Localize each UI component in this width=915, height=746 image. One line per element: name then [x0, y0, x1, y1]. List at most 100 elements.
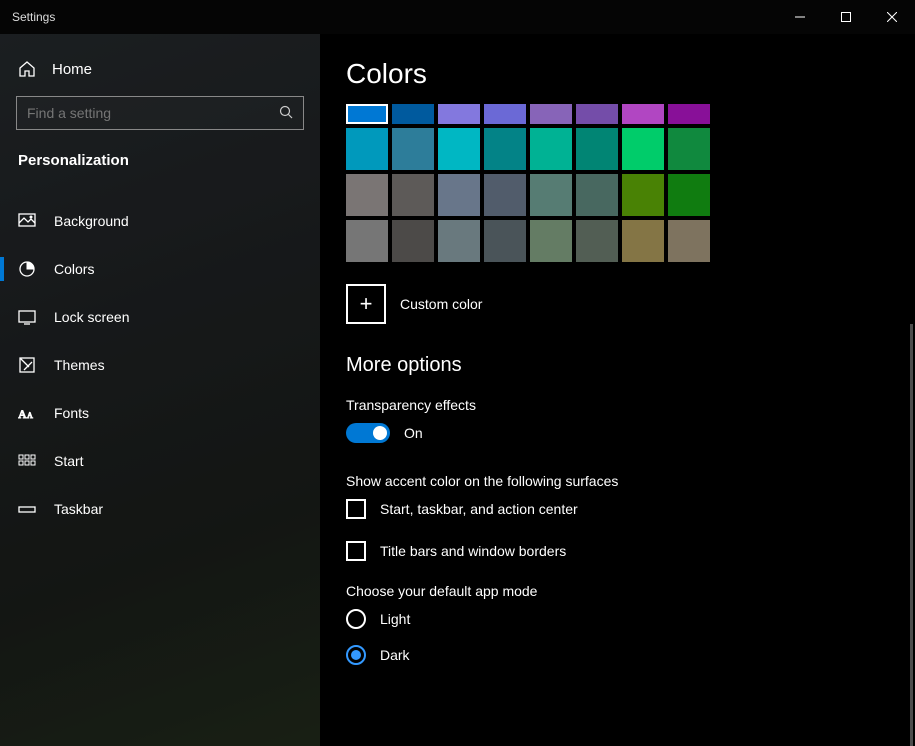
nav-icon	[18, 452, 36, 470]
color-swatch[interactable]	[346, 220, 388, 262]
color-swatch[interactable]	[346, 104, 388, 124]
color-swatch[interactable]	[484, 128, 526, 170]
color-swatch[interactable]	[622, 174, 664, 216]
color-swatch[interactable]	[530, 128, 572, 170]
app-mode-label: Choose your default app mode	[346, 583, 889, 599]
minimize-button[interactable]	[777, 0, 823, 34]
window-title: Settings	[12, 10, 55, 24]
main-area: Home Personalization Background Colors Loc…	[0, 34, 915, 746]
color-swatch[interactable]	[622, 128, 664, 170]
color-swatch[interactable]	[392, 174, 434, 216]
sidebar: Home Personalization Background Colors Loc…	[0, 34, 320, 746]
home-label: Home	[52, 61, 92, 78]
window-controls	[777, 0, 915, 34]
nav-icon	[18, 356, 36, 374]
accent-check-row[interactable]: Title bars and window borders	[346, 541, 889, 561]
checkbox[interactable]	[346, 499, 366, 519]
color-swatch[interactable]	[484, 104, 526, 124]
radio[interactable]	[346, 609, 366, 629]
nav-label: Start	[54, 453, 84, 469]
nav-item-themes[interactable]: Themes	[0, 341, 320, 389]
color-row	[346, 128, 889, 170]
home-icon	[18, 60, 36, 78]
transparency-label: Transparency effects	[346, 397, 889, 413]
nav-item-taskbar[interactable]: Taskbar	[0, 485, 320, 533]
color-swatch[interactable]	[576, 220, 618, 262]
checkbox-label: Title bars and window borders	[380, 543, 566, 559]
titlebar: Settings	[0, 0, 915, 34]
color-swatch[interactable]	[576, 104, 618, 124]
search-input[interactable]	[27, 105, 279, 121]
nav-item-background[interactable]: Background	[0, 197, 320, 245]
color-swatch[interactable]	[530, 220, 572, 262]
checkbox-label: Start, taskbar, and action center	[380, 501, 578, 517]
color-swatch[interactable]	[438, 220, 480, 262]
color-swatch[interactable]	[392, 220, 434, 262]
maximize-button[interactable]	[823, 0, 869, 34]
app-mode-radio-row[interactable]: Light	[346, 609, 889, 629]
color-swatch[interactable]	[346, 128, 388, 170]
nav-icon	[18, 500, 36, 518]
color-swatch[interactable]	[530, 104, 572, 124]
close-button[interactable]	[869, 0, 915, 34]
color-swatch[interactable]	[530, 174, 572, 216]
nav-list: Background Colors Lock screen Themes AA Fonts…	[0, 187, 320, 533]
color-swatch[interactable]	[668, 104, 710, 124]
nav-label: Colors	[54, 261, 94, 277]
nav-item-colors[interactable]: Colors	[0, 245, 320, 293]
color-swatch[interactable]	[438, 128, 480, 170]
nav-label: Taskbar	[54, 501, 103, 517]
nav-label: Background	[54, 213, 129, 229]
color-swatch[interactable]	[438, 104, 480, 124]
radio-label: Dark	[380, 647, 410, 663]
nav-item-lock-screen[interactable]: Lock screen	[0, 293, 320, 341]
color-swatch[interactable]	[576, 174, 618, 216]
page-title: Colors	[346, 58, 889, 90]
color-swatch[interactable]	[576, 128, 618, 170]
plus-icon: +	[346, 284, 386, 324]
nav-label: Fonts	[54, 405, 89, 421]
nav-item-fonts[interactable]: AA Fonts	[0, 389, 320, 437]
nav-icon	[18, 212, 36, 230]
transparency-toggle-row: On	[346, 423, 889, 443]
nav-icon	[18, 308, 36, 326]
nav-label: Themes	[54, 357, 105, 373]
color-swatch[interactable]	[668, 174, 710, 216]
accent-check-row[interactable]: Start, taskbar, and action center	[346, 499, 889, 519]
color-swatch[interactable]	[622, 104, 664, 124]
app-mode-radio-row[interactable]: Dark	[346, 645, 889, 665]
nav-item-start[interactable]: Start	[0, 437, 320, 485]
more-options-heading: More options	[346, 354, 889, 377]
color-swatch[interactable]	[392, 104, 434, 124]
color-row	[346, 104, 889, 124]
radio[interactable]	[346, 645, 366, 665]
custom-color-label: Custom color	[400, 296, 482, 312]
section-title: Personalization	[0, 144, 320, 187]
color-swatch[interactable]	[668, 220, 710, 262]
color-swatch[interactable]	[668, 128, 710, 170]
color-swatch[interactable]	[392, 128, 434, 170]
color-swatch[interactable]	[484, 174, 526, 216]
nav-icon: AA	[18, 404, 36, 422]
color-swatch[interactable]	[484, 220, 526, 262]
nav-icon	[18, 260, 36, 278]
scrollbar[interactable]	[910, 324, 913, 746]
color-grid	[346, 104, 889, 262]
custom-color-row[interactable]: + Custom color	[346, 284, 889, 324]
svg-text:A: A	[18, 407, 27, 421]
color-swatch[interactable]	[622, 220, 664, 262]
search-box[interactable]	[16, 96, 304, 130]
nav-label: Lock screen	[54, 309, 129, 325]
color-row	[346, 220, 889, 262]
search-icon	[279, 105, 293, 122]
accent-surfaces-label: Show accent color on the following surfa…	[346, 473, 889, 489]
transparency-state: On	[404, 425, 423, 441]
checkbox[interactable]	[346, 541, 366, 561]
color-swatch[interactable]	[346, 174, 388, 216]
transparency-toggle[interactable]	[346, 423, 390, 443]
color-swatch[interactable]	[438, 174, 480, 216]
home-nav[interactable]: Home	[0, 44, 320, 96]
svg-text:A: A	[27, 411, 33, 420]
content-pane: Colors + Custom color More options Trans…	[320, 34, 915, 746]
radio-label: Light	[380, 611, 410, 627]
